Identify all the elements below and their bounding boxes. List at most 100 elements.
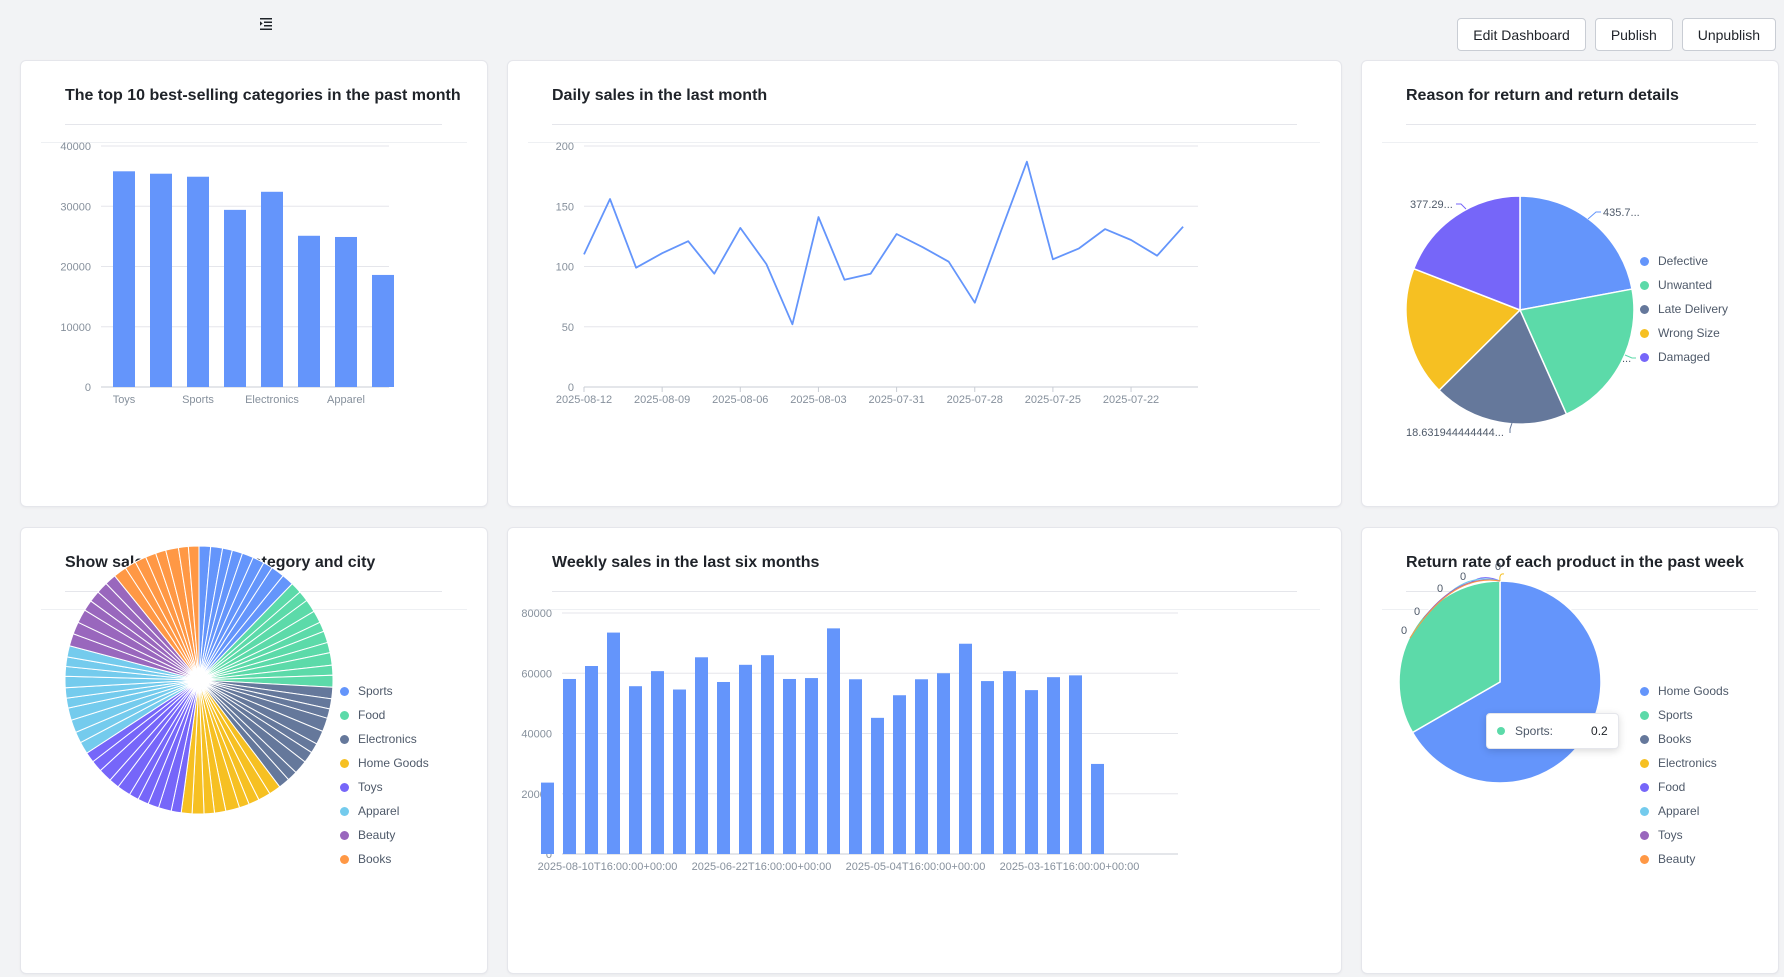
legend-item[interactable]: Electronics xyxy=(1640,751,1729,775)
legend-dot xyxy=(1640,734,1649,744)
legend-item[interactable]: Food xyxy=(340,703,429,727)
legend-item[interactable]: Home Goods xyxy=(340,751,429,775)
bar xyxy=(563,678,576,854)
slice-label: 377.29... xyxy=(1410,199,1453,211)
legend-item[interactable]: Home Goods xyxy=(1640,679,1729,703)
bar xyxy=(783,678,796,854)
card-top-categories: The top 10 best-selling categories in th… xyxy=(20,60,488,507)
x-tick-label: Electronics xyxy=(245,394,299,406)
label-line xyxy=(1499,573,1505,582)
bar xyxy=(1003,671,1016,854)
legend-label: Apparel xyxy=(358,804,400,818)
slice-label: 435.7... xyxy=(1603,207,1640,219)
y-tick-label: 200 xyxy=(556,141,574,153)
legend-label: Toys xyxy=(1658,828,1683,842)
legend-label: Sports xyxy=(358,684,393,698)
y-tick-label: 10000 xyxy=(60,322,91,334)
slice-label: 0 xyxy=(1414,606,1420,618)
legend-label: Apparel xyxy=(1658,804,1700,818)
legend-label: Beauty xyxy=(358,828,396,842)
legend-category-city: Sports Food Electronics Home Goods Toys Appar… xyxy=(340,679,429,871)
legend-item[interactable]: Wrong Size xyxy=(1640,321,1728,345)
bar xyxy=(761,655,774,854)
legend-return-reasons: Defective Unwanted Late Delivery Wrong Size… xyxy=(1640,249,1728,369)
y-tick-label: 30000 xyxy=(60,201,91,213)
label-line xyxy=(1509,422,1513,433)
legend-return-rate: Home Goods Sports Books Electronics Food Appa… xyxy=(1640,679,1729,871)
bar xyxy=(827,628,840,854)
legend-dot xyxy=(1640,304,1649,314)
legend-item[interactable]: Apparel xyxy=(1640,799,1729,823)
legend-item[interactable]: Beauty xyxy=(1640,847,1729,871)
menu-indent-icon[interactable] xyxy=(258,16,276,32)
x-tick-label: 2025-06-22T16:00:00+00:00 xyxy=(692,861,832,873)
legend-item[interactable]: Sports xyxy=(1640,703,1729,727)
bar xyxy=(1069,675,1082,854)
legend-item[interactable]: Books xyxy=(340,847,429,871)
legend-label: Electronics xyxy=(1658,756,1717,770)
y-tick-label: 0 xyxy=(568,382,574,394)
legend-dot xyxy=(1640,686,1649,696)
legend-item[interactable]: Sports xyxy=(340,679,429,703)
x-tick-label: 2025-08-03 xyxy=(790,394,846,406)
line-chart-daily-sales[interactable]: 0 50 100 150 200 2025-08-12 2025-08-09 2025-08-… xyxy=(508,61,1341,506)
x-tick-label: 2025-08-12 xyxy=(556,394,612,406)
bar xyxy=(224,209,246,387)
y-tick-label: 20000 xyxy=(60,262,91,274)
tooltip-dot xyxy=(1497,727,1505,735)
legend-item[interactable]: Beauty xyxy=(340,823,429,847)
legend-dot xyxy=(340,686,349,696)
legend-dot xyxy=(1640,830,1649,840)
legend-item[interactable]: Damaged xyxy=(1640,345,1728,369)
x-tick-label: Toys xyxy=(113,394,136,406)
bar xyxy=(937,673,950,854)
bar xyxy=(915,679,928,854)
bar xyxy=(1047,677,1060,854)
bar xyxy=(298,235,320,387)
tooltip-name: Sports: xyxy=(1515,724,1554,738)
legend-dot xyxy=(1640,328,1649,338)
legend-dot xyxy=(340,710,349,720)
legend-item[interactable]: Toys xyxy=(1640,823,1729,847)
edit-dashboard-button[interactable]: Edit Dashboard xyxy=(1457,18,1586,51)
legend-item[interactable]: Food xyxy=(1640,775,1729,799)
y-tick-label: 40000 xyxy=(60,141,91,153)
legend-label: Damaged xyxy=(1658,350,1711,364)
slice-label: 0 xyxy=(1437,583,1443,595)
x-tick-label: 2025-08-06 xyxy=(712,394,768,406)
bar xyxy=(871,717,884,854)
unpublish-button[interactable]: Unpublish xyxy=(1681,18,1776,51)
legend-dot xyxy=(340,782,349,792)
bar xyxy=(849,679,862,854)
legend-dot xyxy=(340,806,349,816)
legend-dot xyxy=(1640,806,1649,816)
bar xyxy=(981,681,994,854)
bar-chart-top-categories[interactable]: 0 10000 20000 30000 40000 Toys Sports Electroni… xyxy=(21,61,487,506)
legend-item[interactable]: Apparel xyxy=(340,799,429,823)
slice-label: 18.631944444444... xyxy=(1406,427,1504,439)
bar xyxy=(717,681,730,854)
bar xyxy=(805,678,818,854)
bar-chart-weekly-sales[interactable]: 0200004000060000800002025-08-10T16:00:00… xyxy=(508,528,1341,973)
legend-dot xyxy=(1640,758,1649,768)
legend-label: Unwanted xyxy=(1658,278,1713,292)
legend-item[interactable]: Defective xyxy=(1640,249,1728,273)
y-tick-label: 60000 xyxy=(521,668,552,680)
legend-item[interactable]: Toys xyxy=(340,775,429,799)
bar xyxy=(150,173,172,387)
x-tick-label: 2025-07-28 xyxy=(947,394,1003,406)
legend-label: Electronics xyxy=(358,732,417,746)
legend-label: Food xyxy=(358,708,386,722)
top-bar: Edit Dashboard Publish Unpublish xyxy=(0,0,1784,62)
bar xyxy=(541,782,554,854)
y-tick-label: 80000 xyxy=(521,608,552,620)
bar xyxy=(607,632,620,854)
legend-item[interactable]: Books xyxy=(1640,727,1729,751)
line-series xyxy=(583,160,1184,326)
legend-item[interactable]: Late Delivery xyxy=(1640,297,1728,321)
legend-dot xyxy=(340,758,349,768)
bar xyxy=(673,689,686,854)
legend-item[interactable]: Electronics xyxy=(340,727,429,751)
publish-button[interactable]: Publish xyxy=(1594,18,1673,51)
legend-item[interactable]: Unwanted xyxy=(1640,273,1728,297)
